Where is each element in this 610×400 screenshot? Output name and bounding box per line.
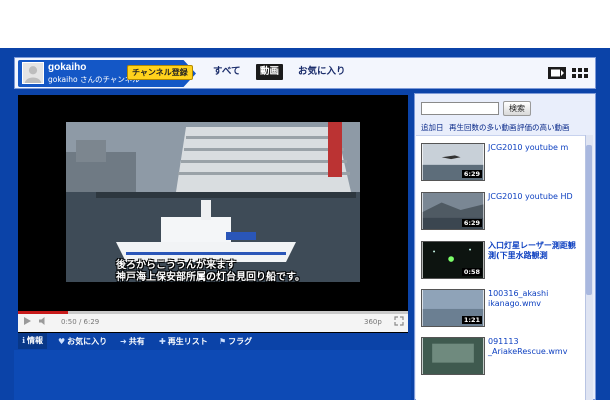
- list-item[interactable]: 6:29 JCG2010 youtube m: [421, 143, 581, 189]
- action-label: 再生リスト: [167, 337, 208, 346]
- grid-view-icon[interactable]: [571, 67, 589, 79]
- duration-badge: 0:58: [461, 268, 482, 276]
- video-thumbnail[interactable]: 6:29: [421, 192, 485, 230]
- play-icon[interactable]: [22, 316, 32, 326]
- search-button[interactable]: 検索: [503, 101, 531, 116]
- duration-badge: 6:29: [461, 219, 482, 227]
- progress-fill: [18, 311, 68, 314]
- tab-favorites[interactable]: お気に入り: [298, 64, 346, 80]
- flag-icon: ⚑: [219, 337, 227, 346]
- video-frame[interactable]: 後ろからこううんが来ます 神戸海上保安部所属の灯台見回り船です。: [66, 122, 360, 282]
- tab-videos[interactable]: 動画: [256, 64, 284, 80]
- sort-date[interactable]: 追加日: [421, 122, 444, 133]
- list-item[interactable]: 0:58 入口灯星レーザー測距観測(下里水路観測: [421, 241, 581, 287]
- info-icon: ℹ: [22, 336, 26, 345]
- video-title[interactable]: 入口灯星レーザー測距観測(下里水路観測: [488, 241, 582, 261]
- duration-badge: 1:21: [461, 316, 482, 324]
- channel-name[interactable]: gokaiho: [48, 62, 86, 73]
- tab-all[interactable]: すべて: [213, 64, 240, 80]
- list-item[interactable]: 091113 _AriakeRescue.wmv: [421, 337, 581, 383]
- action-playlist[interactable]: ✚ 再生リスト: [159, 336, 208, 347]
- list-item[interactable]: 6:29 JCG2010 youtube HD: [421, 192, 581, 238]
- share-icon: ➜: [120, 337, 127, 346]
- video-title[interactable]: 100316_akashi ikanago.wmv: [488, 289, 582, 309]
- action-info[interactable]: ℹ 情報: [18, 333, 48, 349]
- video-title[interactable]: JCG2010 youtube HD: [488, 192, 582, 202]
- player-view-icon[interactable]: [548, 67, 566, 79]
- video-thumbnail[interactable]: 6:29: [421, 143, 485, 181]
- subscribe-button[interactable]: チャンネル登録: [127, 65, 193, 80]
- user-silhouette-icon: [23, 63, 43, 83]
- volume-icon[interactable]: [38, 316, 48, 326]
- channel-subtitle[interactable]: gokaiho さんのチャンネル: [48, 74, 140, 85]
- search-input[interactable]: [421, 102, 499, 115]
- sort-top-rated[interactable]: 評価の高い動画: [517, 122, 570, 133]
- scroll-thumb[interactable]: [586, 145, 592, 295]
- action-flag[interactable]: ⚑ フラグ: [219, 336, 252, 347]
- action-favorite[interactable]: ♥ お気に入り: [58, 336, 107, 347]
- video-title[interactable]: JCG2010 youtube m: [488, 143, 582, 153]
- heart-icon: ♥: [58, 337, 66, 346]
- list-item[interactable]: 1:21 100316_akashi ikanago.wmv: [421, 289, 581, 335]
- fullscreen-icon[interactable]: [394, 316, 404, 326]
- action-share[interactable]: ➜ 共有: [120, 336, 145, 347]
- thumbnail-image: [422, 338, 484, 374]
- info-panel: [14, 350, 411, 400]
- action-label: 情報: [27, 336, 44, 345]
- quality-selector[interactable]: 360p: [364, 318, 382, 326]
- subtitle-line-2: 神戸海上保安部所属の灯台見回り船です。: [116, 272, 305, 282]
- time-display: 0:50 / 6:29: [61, 318, 100, 326]
- avatar[interactable]: [22, 62, 44, 84]
- video-thumbnail[interactable]: 0:58: [421, 241, 485, 279]
- sort-most-viewed[interactable]: 再生回数の多い動画: [449, 122, 517, 133]
- video-thumbnail[interactable]: [421, 337, 485, 375]
- video-thumbnail[interactable]: 1:21: [421, 289, 485, 327]
- playlist-add-icon: ✚: [159, 337, 166, 346]
- action-label: お気に入り: [67, 337, 108, 346]
- duration-badge: 6:29: [461, 170, 482, 178]
- video-title[interactable]: 091113 _AriakeRescue.wmv: [488, 337, 582, 357]
- progress-bar[interactable]: [18, 311, 408, 314]
- action-label: 共有: [128, 337, 145, 346]
- action-label: フラグ: [228, 337, 253, 346]
